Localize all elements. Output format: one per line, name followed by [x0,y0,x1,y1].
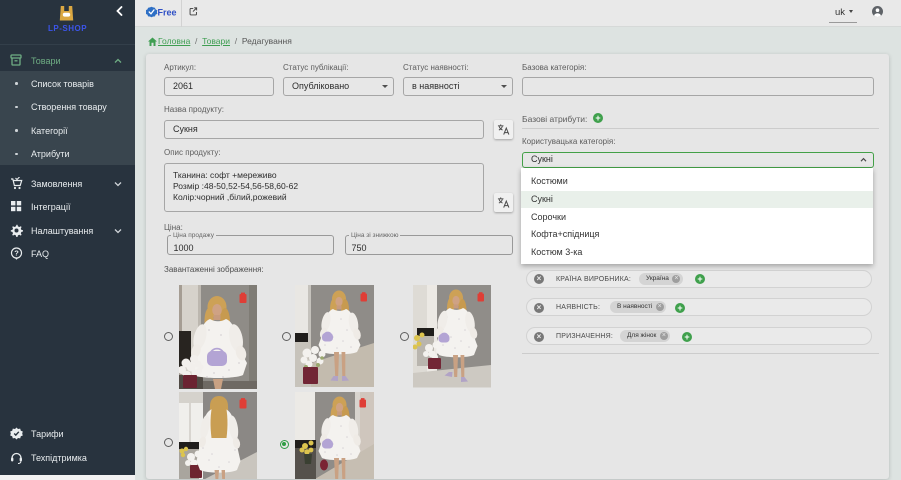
svg-text:uk: uk [835,7,845,18]
svg-text:Free: Free [158,8,177,18]
svg-text:?: ? [14,249,19,258]
